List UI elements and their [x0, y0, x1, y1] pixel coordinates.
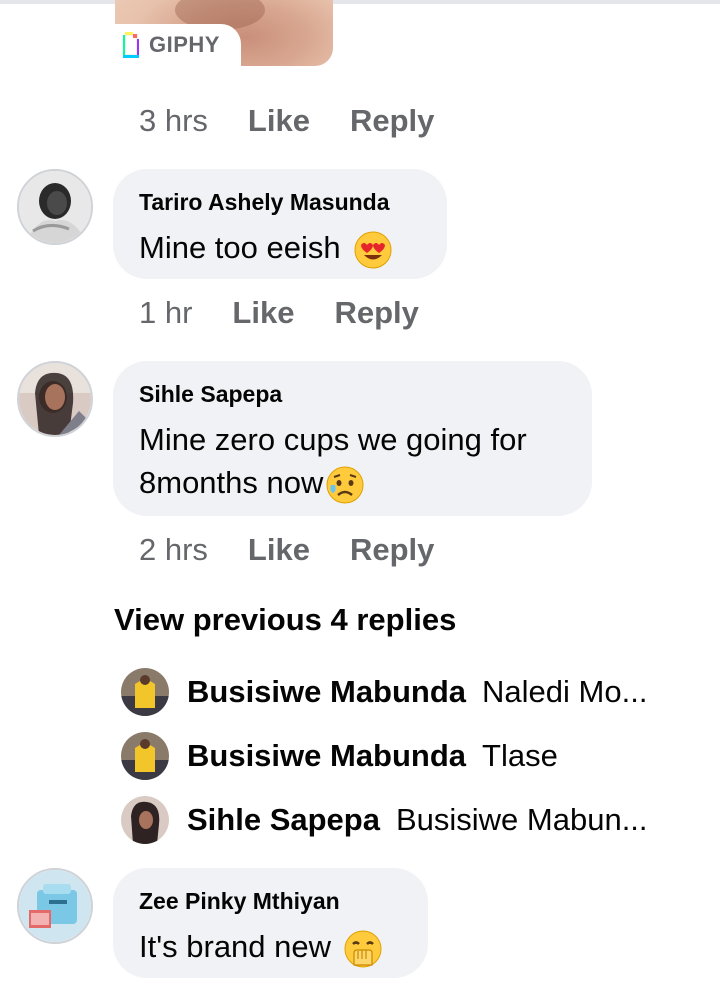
- avatar: [121, 668, 169, 716]
- reply-author: Sihle Sapepa: [187, 802, 380, 837]
- giphy-logo-icon: [123, 32, 139, 58]
- reply-snippet: Busisiwe Mabun...: [395, 802, 648, 837]
- view-previous-replies-link[interactable]: View previous 4 replies: [114, 602, 456, 638]
- avatar: [121, 732, 169, 780]
- heart-eyes-emoji-icon: [353, 230, 393, 270]
- avatar[interactable]: [17, 169, 93, 245]
- like-button[interactable]: Like: [232, 295, 294, 331]
- comment-text-line2: 8months now: [139, 465, 324, 500]
- comments-thread: GIPHY 3 hrs Like Reply Tariro Ashely Mas…: [0, 0, 720, 985]
- comment-author[interactable]: Zee Pinky Mthiyan: [139, 888, 402, 915]
- comment-bubble: Tariro Ashely Masunda Mine too eeish: [113, 169, 447, 279]
- comment-author[interactable]: Tariro Ashely Masunda: [139, 189, 421, 216]
- timestamp: 2 hrs: [139, 532, 208, 567]
- sad-relieved-emoji-icon: [325, 465, 365, 505]
- hand-over-mouth-emoji-icon: [343, 929, 383, 969]
- avatar[interactable]: [17, 361, 93, 437]
- comment-text-line1: Mine zero cups we going for: [139, 422, 527, 457]
- reply-author: Busisiwe Mabunda: [187, 674, 467, 709]
- reply-author: Busisiwe Mabunda: [187, 738, 467, 773]
- reply-preview-row[interactable]: Busisiwe Mabunda Tlase: [121, 732, 558, 780]
- timestamp: 1 hr: [139, 295, 193, 330]
- reply-snippet: Naledi Mo...: [482, 674, 648, 709]
- giphy-label: GIPHY: [149, 32, 220, 57]
- comment-text: It's brand new: [139, 929, 332, 964]
- reply-button[interactable]: Reply: [350, 103, 434, 139]
- reply-preview-row[interactable]: Busisiwe Mabunda Naledi Mo...: [121, 668, 647, 716]
- giphy-badge: GIPHY: [115, 24, 241, 66]
- comment-text: Mine too eeish: [139, 230, 341, 265]
- like-button[interactable]: Like: [248, 103, 310, 139]
- avatar[interactable]: [17, 868, 93, 944]
- divider: [0, 0, 720, 4]
- comment-meta: 1 hr Like Reply: [139, 295, 459, 331]
- comment-meta: 2 hrs Like Reply: [139, 532, 474, 568]
- reply-preview-row[interactable]: Sihle Sapepa Busisiwe Mabun...: [121, 796, 648, 844]
- like-button[interactable]: Like: [248, 532, 310, 568]
- gif-comment-meta: 3 hrs Like Reply: [139, 103, 474, 139]
- comment-author[interactable]: Sihle Sapepa: [139, 381, 566, 408]
- reply-snippet: Tlase: [482, 738, 558, 773]
- reply-button[interactable]: Reply: [350, 532, 434, 568]
- comment-bubble: Zee Pinky Mthiyan It's brand new: [113, 868, 428, 978]
- timestamp: 3 hrs: [139, 103, 208, 138]
- comment-bubble: Sihle Sapepa Mine zero cups we going for…: [113, 361, 592, 516]
- avatar: [121, 796, 169, 844]
- reply-button[interactable]: Reply: [334, 295, 418, 331]
